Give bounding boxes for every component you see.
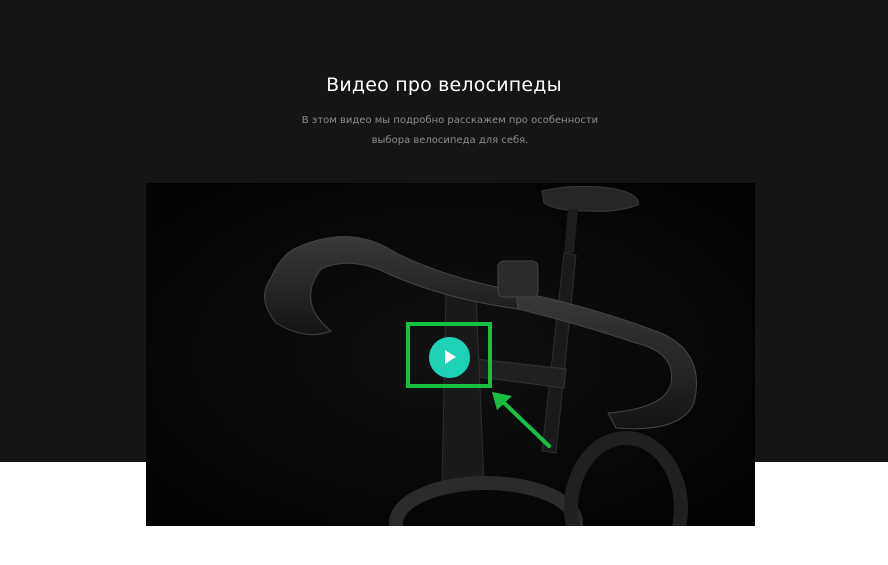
section-subtitle: В этом видео мы подробно расскажем про о… xyxy=(301,115,599,146)
section-title: Видео про велосипеды xyxy=(326,74,562,96)
play-icon xyxy=(445,350,456,364)
page: Видео про велосипеды В этом видео мы под… xyxy=(0,0,888,565)
play-button[interactable] xyxy=(429,337,470,378)
video-player[interactable] xyxy=(146,183,755,526)
